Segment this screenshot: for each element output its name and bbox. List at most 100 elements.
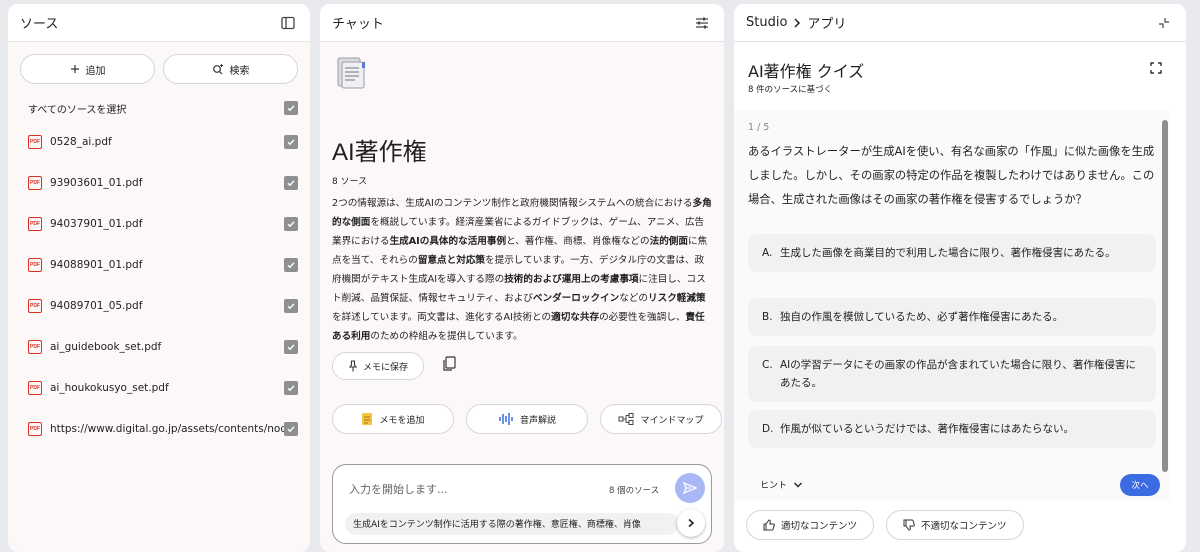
save-to-memo-label: メモに保存 (362, 362, 408, 373)
next-suggestion-button[interactable] (677, 509, 705, 537)
plus-icon (70, 64, 80, 74)
source-checkbox[interactable] (284, 380, 298, 395)
source-name: ai_guidebook_set.pdf (50, 340, 162, 353)
pdf-icon: PDF (28, 134, 42, 149)
quiz-title: AI著作権 クイズ (748, 62, 865, 81)
source-checkbox[interactable] (284, 421, 298, 436)
answer-option-d[interactable]: D. 作風が似ているというだけでは、著作権侵害にはあたらない。 (748, 410, 1156, 448)
breadcrumb-app: アプリ (807, 17, 847, 32)
source-item[interactable]: PDF 94037901_01.pdf (8, 203, 310, 244)
option-letter: D. (762, 423, 774, 435)
source-item[interactable]: PDF ai_houkokusyo_set.pdf (8, 367, 310, 408)
add-source-button[interactable]: 追加 (20, 54, 155, 84)
source-count: 8 ソース (332, 177, 368, 187)
pdf-icon: PDF (28, 298, 42, 313)
question-number: 1 / 5 (748, 122, 770, 133)
hint-toggle[interactable]: ヒント (760, 478, 803, 491)
sidebar-toggle-icon[interactable] (278, 13, 298, 33)
source-item[interactable]: PDF https://www.digital.go.jp/assets/cont… (8, 408, 310, 449)
source-item[interactable]: PDF ai_guidebook_set.pdf (8, 326, 310, 367)
summary-text: のための枠組みを提供しています。 (370, 331, 523, 342)
good-content-button[interactable]: 適切なコンテンツ (746, 510, 875, 540)
chat-input-box[interactable]: 入力を開始します... 8 個のソース 生成AIをコンテンツ制作に活用する際の著… (332, 464, 712, 544)
source-name: 94088901_01.pdf (50, 258, 143, 271)
summary-emphasis: 留意点と対応策 (417, 255, 486, 266)
answer-option-a[interactable]: A. 生成した画像を商業目的で利用した場合に限り、著作権侵害にあたる。 (748, 234, 1156, 272)
sources-panel: ソース 追加 検索 すべてのソースを選択 PDF 0528_ai.pdf PDF 9… (8, 4, 310, 552)
search-sources-button[interactable]: 検索 (163, 54, 298, 84)
option-letter: A. (762, 247, 773, 259)
quiz-scrollbar[interactable] (1162, 120, 1168, 472)
source-item[interactable]: PDF 94088901_01.pdf (8, 244, 310, 285)
source-name: 93903601_01.pdf (50, 176, 143, 189)
save-to-memo-button[interactable]: メモに保存 (332, 352, 424, 380)
source-checkbox[interactable] (284, 257, 298, 272)
summary-text: などの (619, 293, 649, 304)
chevron-down-icon (793, 481, 803, 489)
copy-icon[interactable] (442, 356, 456, 372)
source-checkbox[interactable] (284, 175, 298, 190)
thumbs-down-icon (903, 519, 915, 531)
option-text: 独自の作風を模倣しているため、必ず著作権侵害にあたる。 (780, 311, 1064, 323)
source-name: https://www.digital.go.jp/assets/content… (50, 422, 284, 435)
summary-text: を詳述しています。両文書は、進化するAI技術との (332, 312, 552, 323)
source-checkbox[interactable] (284, 339, 298, 354)
add-note-button[interactable]: メモを追加 (332, 404, 454, 434)
option-letter: B. (762, 311, 773, 323)
quiz-card: 1 / 5 あるイラストレーターが生成AIを使い、有名な画家の「作風」に似た画像… (734, 110, 1170, 500)
collapse-icon[interactable] (1154, 13, 1174, 33)
summary-emphasis: 法的側面 (649, 236, 688, 247)
tune-icon[interactable] (692, 13, 712, 33)
bad-content-button[interactable]: 不適切なコンテンツ (886, 510, 1024, 540)
note-add-icon (361, 412, 373, 426)
add-note-label: メモを追加 (379, 415, 425, 426)
search-sources-label: 検索 (229, 65, 250, 77)
source-item[interactable]: PDF 94089701_05.pdf (8, 285, 310, 326)
summary-emphasis: 適切な共存 (551, 312, 600, 323)
source-checkbox[interactable] (284, 216, 298, 231)
option-text: 生成した画像を商業目的で利用した場合に限り、著作権侵害にあたる。 (780, 247, 1116, 259)
answer-option-c[interactable]: C. AIの学習データにその画家の作品が含まれていた場合に限り、著作権侵害にあたる… (748, 346, 1156, 402)
summary-text: の必要性を強調し、 (599, 312, 686, 323)
select-all-checkbox[interactable] (284, 101, 298, 115)
source-checkbox[interactable] (284, 134, 298, 149)
option-text: 作風が似ているというだけでは、著作権侵害にはあたらない。 (780, 423, 1074, 435)
source-name: 94037901_01.pdf (50, 217, 143, 230)
source-checkbox[interactable] (284, 298, 298, 313)
audio-wave-icon (498, 412, 514, 426)
breadcrumb-studio[interactable]: Studio (746, 15, 787, 30)
input-source-count: 8 個のソース (609, 486, 660, 496)
chevron-right-icon (688, 518, 695, 528)
summary-emphasis: 生成AIの具体的な活用事例 (389, 236, 507, 247)
mind-map-button[interactable]: マインドマップ (600, 404, 722, 434)
pdf-icon: PDF (28, 339, 42, 354)
send-button[interactable] (675, 473, 705, 503)
next-button[interactable]: 次へ (1120, 474, 1160, 496)
fullscreen-icon[interactable] (1150, 62, 1162, 74)
studio-panel: Studio アプリ AI著作権 クイズ 8 件のソースに基づく 1 / 5 あ… (734, 4, 1186, 552)
chat-input-placeholder[interactable]: 入力を開始します... (349, 481, 448, 497)
answer-option-b[interactable]: B. 独自の作風を模倣しているため、必ず著作権侵害にあたる。 (748, 298, 1156, 336)
studio-header: Studio アプリ (734, 4, 1186, 42)
chat-panel: チャット AI著作権 8 ソース 2つの情報源は、生成AIのコンテンツ制作と政府… (320, 4, 724, 552)
summary-emphasis: ベンダーロックイン (532, 293, 620, 304)
audio-overview-button[interactable]: 音声解説 (466, 404, 588, 434)
thumbs-up-icon (763, 519, 775, 531)
suggested-question-chip[interactable]: 生成AIをコンテンツ制作に活用する際の著作権、意匠権、商標権、肖像 (345, 513, 679, 535)
pdf-icon: PDF (28, 380, 42, 395)
select-all-label: すべてのソースを選択 (28, 104, 127, 116)
notebook-summary: 2つの情報源は、生成AIのコンテンツ制作と政府機関情報システムへの統合における多… (332, 194, 712, 346)
source-name: 0528_ai.pdf (50, 135, 112, 148)
bad-content-label: 不適切なコンテンツ (921, 521, 1007, 532)
pdf-icon: PDF (28, 175, 42, 190)
source-name: ai_houkokusyo_set.pdf (50, 381, 169, 394)
audio-overview-label: 音声解説 (519, 415, 556, 426)
send-icon (683, 481, 697, 495)
option-letter: C. (762, 359, 773, 371)
pin-icon (348, 360, 358, 372)
source-item[interactable]: PDF 0528_ai.pdf (8, 121, 310, 162)
chevron-right-icon (793, 17, 801, 28)
breadcrumb: Studio アプリ (746, 13, 1154, 32)
source-item[interactable]: PDF 93903601_01.pdf (8, 162, 310, 203)
notebook-title: AI著作権 (332, 139, 427, 166)
